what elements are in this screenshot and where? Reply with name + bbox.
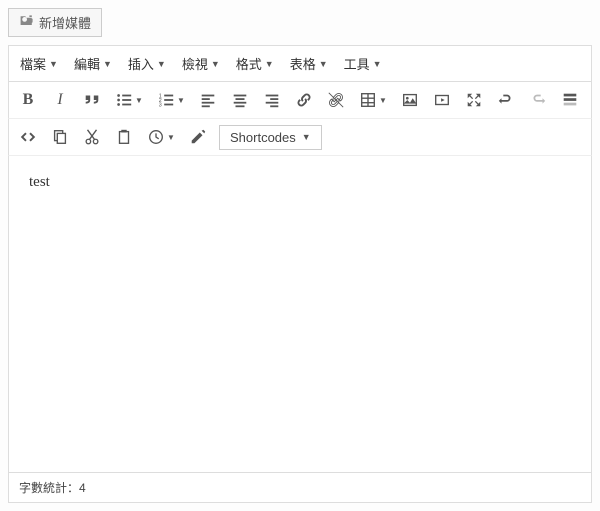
menu-table[interactable]: 表格▼ <box>287 52 331 75</box>
toolbar-row-2: ▼ Shortcodes ▼ <box>8 118 592 155</box>
align-right-icon <box>263 91 281 109</box>
svg-text:3: 3 <box>159 102 162 108</box>
cut-icon <box>83 128 101 146</box>
copy-button[interactable] <box>45 123 75 151</box>
italic-icon: I <box>57 91 62 109</box>
video-button[interactable] <box>427 86 457 114</box>
pencil-icon <box>189 128 207 146</box>
word-count-label: 字數統計： <box>19 481 79 495</box>
quote-icon <box>83 91 101 109</box>
link-icon <box>295 91 313 109</box>
table-icon <box>359 91 377 109</box>
align-center-icon <box>231 91 249 109</box>
editor-text: test <box>29 174 50 190</box>
redo-button[interactable] <box>523 86 553 114</box>
align-left-button[interactable] <box>193 86 223 114</box>
menu-tools[interactable]: 工具▼ <box>341 52 385 75</box>
add-media-button[interactable]: 新增媒體 <box>8 8 102 37</box>
toolbar-toggle-icon <box>561 91 579 109</box>
editor-content-area[interactable]: test <box>8 155 592 473</box>
bold-button[interactable]: B <box>13 86 43 114</box>
editor-menubar: 檔案▼ 編輯▼ 插入▼ 檢視▼ 格式▼ 表格▼ 工具▼ <box>8 45 592 81</box>
fullscreen-button[interactable] <box>459 86 489 114</box>
menu-file[interactable]: 檔案▼ <box>17 52 61 75</box>
link-button[interactable] <box>289 86 319 114</box>
align-center-button[interactable] <box>225 86 255 114</box>
camera-music-icon <box>19 13 35 32</box>
undo-button[interactable] <box>491 86 521 114</box>
cut-button[interactable] <box>77 123 107 151</box>
menu-edit[interactable]: 編輯▼ <box>71 52 115 75</box>
redo-icon <box>529 91 547 109</box>
align-right-button[interactable] <box>257 86 287 114</box>
code-icon <box>19 128 37 146</box>
align-left-icon <box>199 91 217 109</box>
menu-format[interactable]: 格式▼ <box>233 52 277 75</box>
undo-icon <box>497 91 515 109</box>
chevron-down-icon: ▼ <box>302 132 311 142</box>
numbered-list-icon: 123 <box>157 91 175 109</box>
shortcodes-button[interactable]: Shortcodes ▼ <box>219 125 322 150</box>
italic-button[interactable]: I <box>45 86 75 114</box>
time-button[interactable]: ▼ <box>141 123 181 151</box>
fullscreen-icon <box>465 91 483 109</box>
shortcodes-label: Shortcodes <box>230 130 296 145</box>
source-code-button[interactable] <box>13 123 43 151</box>
word-count-value: 4 <box>79 481 86 495</box>
toolbar-toggle-button[interactable] <box>555 86 585 114</box>
unlink-button[interactable] <box>321 86 351 114</box>
bold-icon: B <box>23 91 34 109</box>
video-icon <box>433 91 451 109</box>
clock-icon <box>147 128 165 146</box>
toolbar-row-1: B I ▼ 123▼ ▼ <box>8 81 592 118</box>
bullet-list-icon <box>115 91 133 109</box>
image-button[interactable] <box>395 86 425 114</box>
menu-view[interactable]: 檢視▼ <box>179 52 223 75</box>
numbered-list-button[interactable]: 123▼ <box>151 86 191 114</box>
add-media-label: 新增媒體 <box>39 13 91 32</box>
edit-button[interactable] <box>183 123 213 151</box>
unlink-icon <box>327 91 345 109</box>
paste-button[interactable] <box>109 123 139 151</box>
paste-icon <box>115 128 133 146</box>
copy-icon <box>51 128 69 146</box>
table-button[interactable]: ▼ <box>353 86 393 114</box>
status-bar: 字數統計：4 <box>8 473 592 503</box>
bullet-list-button[interactable]: ▼ <box>109 86 149 114</box>
blockquote-button[interactable] <box>77 86 107 114</box>
menu-insert[interactable]: 插入▼ <box>125 52 169 75</box>
image-icon <box>401 91 419 109</box>
